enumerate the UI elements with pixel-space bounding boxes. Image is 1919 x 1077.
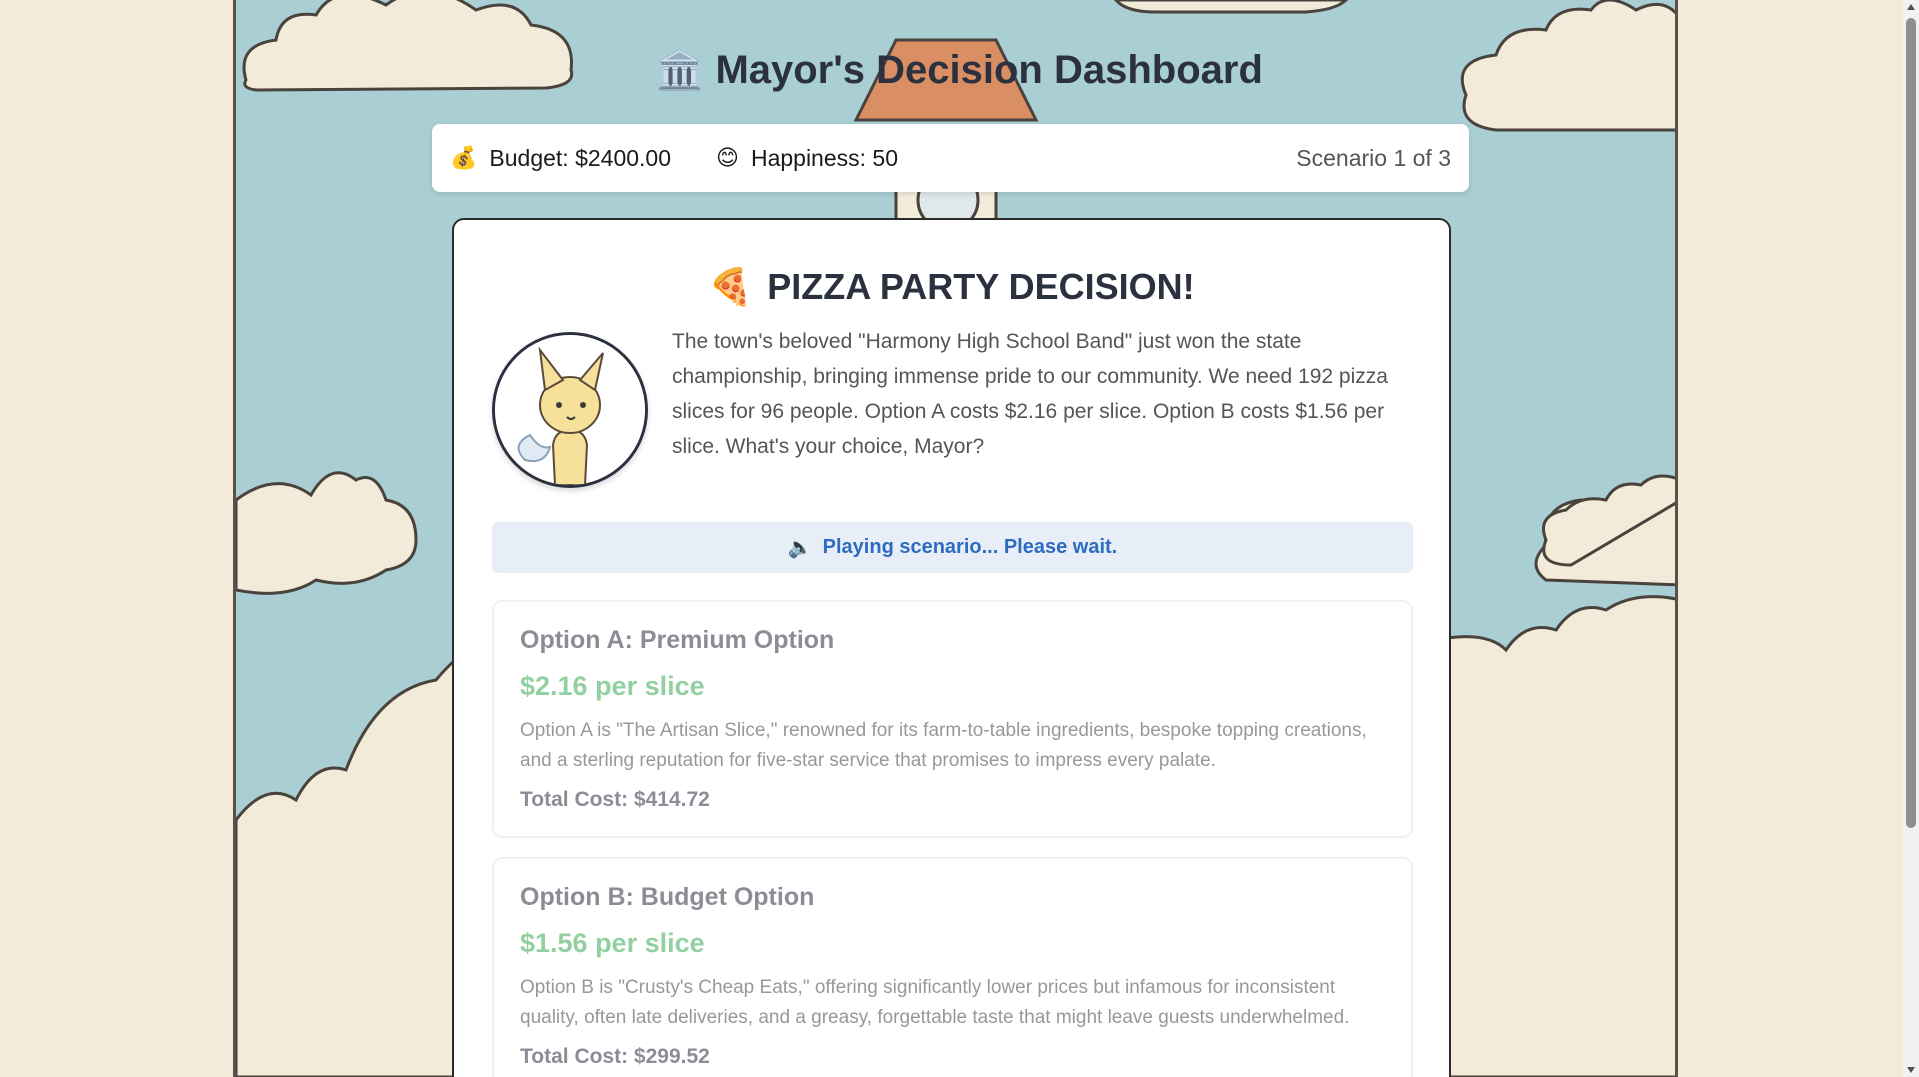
smiley-icon: 😊	[716, 145, 739, 170]
scenario-card: 🍕 PIZZA PARTY DECISION! The town's belove…	[452, 218, 1451, 1077]
advisor-avatar	[492, 332, 648, 488]
pizza-icon: 🍕	[708, 266, 754, 307]
budget-stat: 💰 Budget: $2400.00	[450, 145, 671, 172]
option-b-description: Option B is "Crusty's Cheap Eats," offer…	[520, 977, 1350, 1028]
happiness-stat: 😊 Happiness: 50	[716, 145, 898, 172]
happiness-value: Happiness: 50	[750, 144, 898, 171]
scenario-description: The town's beloved "Harmony High School …	[672, 330, 1388, 458]
option-a-total: Total Cost: $414.72	[520, 788, 710, 811]
option-b-card[interactable]: Option B: Budget Option $1.56 per slice …	[492, 857, 1413, 1077]
status-bar: 💰 Budget: $2400.00 😊 Happiness: 50 Scena…	[432, 124, 1469, 192]
budget-value: Budget: $2400.00	[489, 144, 672, 171]
option-b-total: Total Cost: $299.52	[520, 1045, 710, 1068]
page: 🏛️ Mayor's Decision Dashboard 💰 Budget: $…	[0, 0, 1919, 1077]
playing-notice: 🔈 Playing scenario... Please wait.	[492, 522, 1413, 573]
option-b-title: Option B: Budget Option	[520, 883, 815, 911]
scenario-title-text: PIZZA PARTY DECISION!	[767, 266, 1195, 307]
option-a-price: $2.16 per slice	[520, 671, 705, 701]
cat-advisor-icon	[495, 335, 645, 485]
option-a-card[interactable]: Option A: Premium Option $2.16 per slice…	[492, 600, 1413, 838]
option-b-price: $1.56 per slice	[520, 928, 705, 958]
playing-notice-text: Playing scenario... Please wait.	[822, 536, 1118, 558]
scenario-title: 🍕 PIZZA PARTY DECISION!	[454, 266, 1449, 308]
scrollbar-thumb[interactable]	[1906, 18, 1916, 828]
bank-building-icon: 🏛️	[656, 50, 704, 92]
option-a-description: Option A is "The Artisan Slice," renowne…	[520, 720, 1367, 771]
scenario-counter: Scenario 1 of 3	[1296, 144, 1451, 171]
page-title-text: Mayor's Decision Dashboard	[715, 48, 1263, 92]
page-title: 🏛️ Mayor's Decision Dashboard	[0, 48, 1919, 93]
speaker-icon: 🔈	[787, 537, 813, 559]
money-bag-icon: 💰	[450, 145, 478, 170]
vertical-scrollbar[interactable]	[1903, 0, 1919, 1077]
option-a-title: Option A: Premium Option	[520, 626, 835, 654]
scroll-down-icon[interactable]	[1907, 1067, 1915, 1073]
scroll-up-icon[interactable]	[1907, 4, 1915, 10]
